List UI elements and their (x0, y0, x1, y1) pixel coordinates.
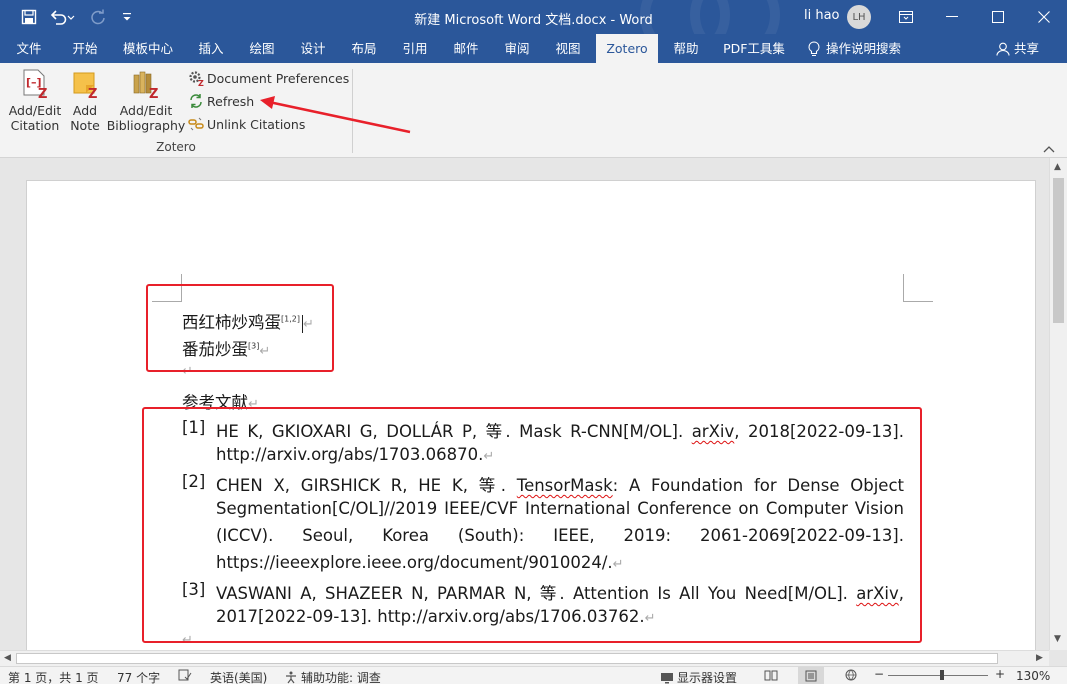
citation-label-1: Add/Edit (8, 103, 62, 118)
note-label-1: Add (72, 103, 98, 118)
svg-text:Z: Z (198, 79, 204, 86)
tab-view[interactable]: 视图 (545, 34, 591, 63)
bibliography-icon: Z (132, 69, 160, 102)
accessibility-button[interactable]: 辅助功能: 调查 (284, 669, 381, 684)
ribbon-display-icon[interactable] (883, 0, 929, 34)
zotero-group-label: Zotero (156, 140, 196, 154)
tab-insert[interactable]: 插入 (188, 34, 234, 63)
user-name[interactable]: li hao (804, 8, 840, 23)
read-mode-icon[interactable] (764, 669, 778, 684)
citation-icon: [–] Z (21, 69, 49, 102)
add-edit-citation-button[interactable]: [–] Z Add/Edit Citation (4, 69, 66, 133)
vertical-scrollbar[interactable]: ▲ ▼ (1049, 158, 1067, 650)
annotation-box-citations (146, 284, 334, 372)
undo-icon[interactable] (48, 6, 76, 28)
tab-zotero[interactable]: Zotero (596, 34, 658, 64)
collapse-ribbon-icon[interactable] (1043, 142, 1055, 156)
title-bar: 新建 Microsoft Word 文档.docx - Word li hao … (0, 0, 1067, 60)
zoom-out-icon[interactable]: − (874, 667, 884, 681)
zoom-in-icon[interactable]: + (995, 667, 1005, 681)
document-area: 西红柿炒鸡蛋[1,2] ↵ 番茄炒蛋[3]↵ ↵ 参考文献↵ [1] HE K, … (0, 158, 1049, 650)
zoom-slider[interactable] (888, 675, 988, 676)
monitor-icon (661, 672, 673, 683)
tab-pdf-tools[interactable]: PDF工具集 (718, 34, 790, 63)
status-bar: 第 1 页，共 1 页 77 个字 英语(美国) 辅助功能: 调查 显示器设置 … (0, 666, 1067, 684)
add-note-button[interactable]: Z Add Note (66, 69, 104, 133)
zoom-level[interactable]: 130% (1016, 669, 1050, 683)
unlink-icon (188, 116, 204, 132)
horizontal-scroll-thumb[interactable] (16, 653, 998, 664)
margin-mark (903, 274, 933, 302)
person-icon (996, 42, 1010, 56)
tell-me-label: 操作说明搜索 (826, 41, 902, 56)
customize-icon[interactable] (116, 6, 138, 28)
bibliography-label-1: Add/Edit (119, 103, 173, 118)
document-preferences-button[interactable]: Z Document Preferences (188, 68, 349, 88)
avatar[interactable]: LH (847, 5, 871, 29)
add-edit-bibliography-button[interactable]: Z Add/Edit Bibliography (106, 69, 186, 133)
document-preferences-label: Document Preferences (207, 70, 350, 86)
tab-help[interactable]: 帮助 (663, 34, 709, 63)
svg-text:Z: Z (38, 87, 47, 99)
accessibility-label: 辅助功能: 调查 (301, 671, 381, 684)
tab-mailings[interactable]: 邮件 (443, 34, 489, 63)
svg-text:Z: Z (149, 87, 158, 99)
horizontal-scrollbar[interactable]: ◀ ▶ (0, 650, 1049, 666)
tab-home[interactable]: 开始 (60, 34, 110, 63)
annotation-arrow (260, 96, 411, 134)
annotation-box-bibliography (142, 407, 922, 643)
lightbulb-icon (808, 40, 820, 56)
save-icon[interactable] (18, 6, 40, 28)
tab-layout[interactable]: 布局 (341, 34, 387, 63)
tab-template-center[interactable]: 模板中心 (116, 34, 180, 63)
tell-me-search[interactable]: 操作说明搜索 (808, 34, 914, 63)
tab-design[interactable]: 设计 (290, 34, 336, 63)
refresh-label: Refresh (207, 93, 255, 109)
share-label: 共享 (1014, 41, 1040, 56)
minimize-icon[interactable] (929, 0, 975, 34)
scroll-right-icon[interactable]: ▶ (1036, 653, 1043, 663)
tab-draw[interactable]: 绘图 (239, 34, 285, 63)
page-count[interactable]: 第 1 页，共 1 页 (8, 669, 99, 684)
ribbon-tabs: 文件 开始 模板中心 插入 绘图 设计 布局 引用 邮件 审阅 视图 Zoter… (0, 34, 1067, 64)
tab-review[interactable]: 审阅 (494, 34, 540, 63)
maximize-icon[interactable] (975, 0, 1021, 34)
tab-references[interactable]: 引用 (392, 34, 438, 63)
bibliography-label-2: Bibliography (106, 118, 186, 133)
scroll-up-icon[interactable]: ▲ (1054, 162, 1061, 172)
display-settings-label: 显示器设置 (677, 671, 738, 684)
scroll-left-icon[interactable]: ◀ (4, 653, 11, 663)
proofing-icon[interactable] (178, 669, 192, 684)
refresh-button[interactable]: Refresh (188, 91, 254, 111)
ribbon: [–] Z Add/Edit Citation Z Add Note Z Add/… (0, 63, 1067, 158)
scroll-down-icon[interactable]: ▼ (1054, 634, 1061, 644)
refresh-icon (188, 93, 204, 109)
citation-label-2: Citation (10, 118, 60, 133)
redo-icon[interactable] (87, 6, 109, 28)
note-label-2: Note (70, 118, 100, 133)
print-layout-icon[interactable] (798, 667, 824, 684)
language[interactable]: 英语(美国) (210, 669, 267, 684)
note-icon: Z (71, 69, 99, 102)
gear-icon: Z (188, 70, 204, 86)
tab-file[interactable]: 文件 (6, 34, 52, 63)
share-button[interactable]: 共享 (996, 34, 1048, 63)
display-settings-button[interactable]: 显示器设置 (660, 669, 737, 684)
word-count[interactable]: 77 个字 (117, 669, 160, 684)
svg-text:Z: Z (88, 87, 97, 99)
zoom-slider-thumb[interactable] (940, 670, 944, 680)
vertical-scroll-thumb[interactable] (1053, 178, 1064, 323)
web-layout-icon[interactable] (844, 669, 858, 684)
close-icon[interactable] (1021, 0, 1067, 34)
accessibility-icon (286, 671, 296, 684)
